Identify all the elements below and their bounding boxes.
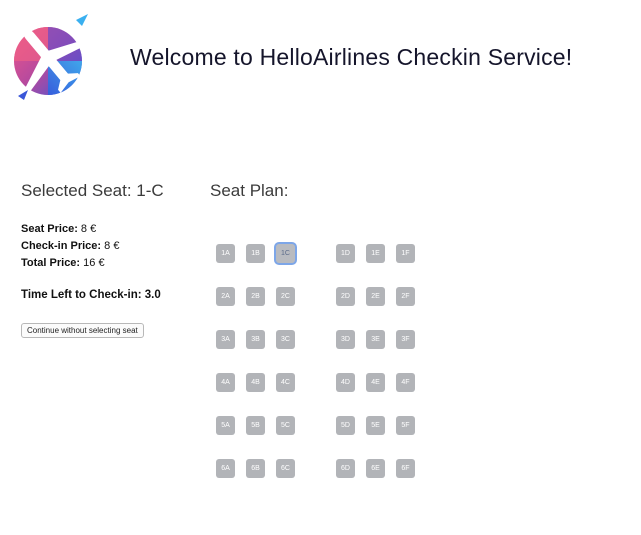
seat-4c[interactable]: 4C: [276, 373, 295, 392]
seat-5d[interactable]: 5D: [336, 416, 355, 435]
seat-2c[interactable]: 2C: [276, 287, 295, 306]
seat-3f[interactable]: 3F: [396, 330, 415, 349]
selected-seat-heading: Selected Seat: 1-C: [21, 181, 164, 200]
seat-5c[interactable]: 5C: [276, 416, 295, 435]
seat-3c[interactable]: 3C: [276, 330, 295, 349]
checkin-price-row: Check-in Price: 8 €: [21, 238, 119, 255]
seat-4b[interactable]: 4B: [246, 373, 265, 392]
page-title: Welcome to HelloAirlines Checkin Service…: [130, 44, 573, 70]
seat-6b[interactable]: 6B: [246, 459, 265, 478]
seat-6f[interactable]: 6F: [396, 459, 415, 478]
seat-plan-heading: Seat Plan:: [210, 181, 289, 200]
total-price-row: Total Price: 16 €: [21, 255, 119, 272]
seat-4a[interactable]: 4A: [216, 373, 235, 392]
price-summary: Seat Price: 8 € Check-in Price: 8 € Tota…: [21, 221, 119, 272]
seat-price-row: Seat Price: 8 €: [21, 221, 119, 238]
seat-1f[interactable]: 1F: [396, 244, 415, 263]
seat-3b[interactable]: 3B: [246, 330, 265, 349]
time-left-text: Time Left to Check-in: 3.0: [21, 289, 161, 301]
seat-3e[interactable]: 3E: [366, 330, 385, 349]
seat-4f[interactable]: 4F: [396, 373, 415, 392]
seat-2b[interactable]: 2B: [246, 287, 265, 306]
seat-price-label: Seat Price:: [21, 223, 78, 235]
seat-1b[interactable]: 1B: [246, 244, 265, 263]
seat-1c[interactable]: 1C: [276, 244, 295, 263]
seat-3d[interactable]: 3D: [336, 330, 355, 349]
seat-2d[interactable]: 2D: [336, 287, 355, 306]
continue-without-seat-button[interactable]: Continue without selecting seat: [21, 323, 144, 338]
seat-1e[interactable]: 1E: [366, 244, 385, 263]
seat-2e[interactable]: 2E: [366, 287, 385, 306]
seat-5b[interactable]: 5B: [246, 416, 265, 435]
seat-6c[interactable]: 6C: [276, 459, 295, 478]
seat-5f[interactable]: 5F: [396, 416, 415, 435]
seat-2f[interactable]: 2F: [396, 287, 415, 306]
seat-3a[interactable]: 3A: [216, 330, 235, 349]
seat-4e[interactable]: 4E: [366, 373, 385, 392]
checkin-price-value: 8 €: [101, 240, 120, 252]
seat-1d[interactable]: 1D: [336, 244, 355, 263]
seat-6d[interactable]: 6D: [336, 459, 355, 478]
checkin-price-label: Check-in Price:: [21, 240, 102, 252]
seat-1a[interactable]: 1A: [216, 244, 235, 263]
seat-5e[interactable]: 5E: [366, 416, 385, 435]
seat-6a[interactable]: 6A: [216, 459, 235, 478]
seat-price-value: 8 €: [77, 223, 97, 235]
seat-6e[interactable]: 6E: [366, 459, 385, 478]
total-price-value: 16 €: [80, 257, 105, 269]
seat-5a[interactable]: 5A: [216, 416, 235, 435]
seat-4d[interactable]: 4D: [336, 373, 355, 392]
seat-2a[interactable]: 2A: [216, 287, 235, 306]
total-price-label: Total Price:: [21, 257, 81, 269]
airplane-logo-icon: [10, 12, 92, 104]
